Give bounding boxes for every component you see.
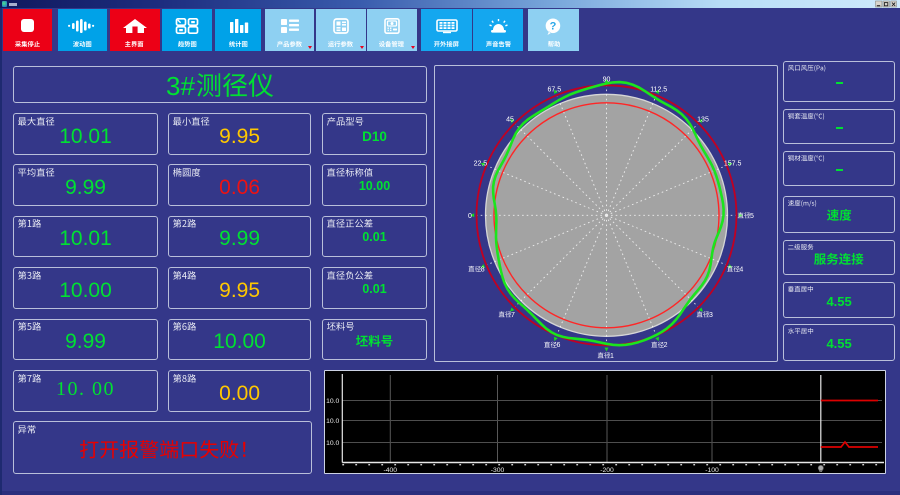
svg-text:90: 90 [603, 76, 611, 83]
svg-text:67.5: 67.5 [547, 86, 561, 93]
svg-text:4: 4 [739, 266, 743, 273]
svg-text:5: 5 [750, 212, 754, 219]
svg-text:1: 1 [610, 352, 614, 359]
svg-text:8: 8 [481, 266, 485, 273]
svg-text:7: 7 [511, 311, 515, 318]
svg-text:22.5: 22.5 [474, 160, 488, 167]
svg-text:3: 3 [709, 311, 713, 318]
svg-text:10.0: 10.0 [326, 439, 339, 446]
svg-text:45: 45 [506, 116, 514, 123]
svg-text:-100: -100 [705, 467, 719, 474]
svg-text:10.0: 10.0 [326, 417, 339, 424]
svg-text:10.0: 10.0 [326, 397, 339, 404]
svg-text:6: 6 [556, 342, 560, 349]
svg-text:-300: -300 [491, 467, 505, 474]
svg-text:?: ? [550, 21, 557, 33]
svg-text:0: 0 [468, 212, 472, 219]
svg-text:-200: -200 [600, 467, 614, 474]
svg-text:112.5: 112.5 [650, 86, 667, 93]
svg-text:-400: -400 [383, 467, 397, 474]
svg-text:157.5: 157.5 [724, 160, 742, 167]
svg-text:2: 2 [664, 342, 668, 349]
svg-text:135: 135 [697, 116, 709, 123]
